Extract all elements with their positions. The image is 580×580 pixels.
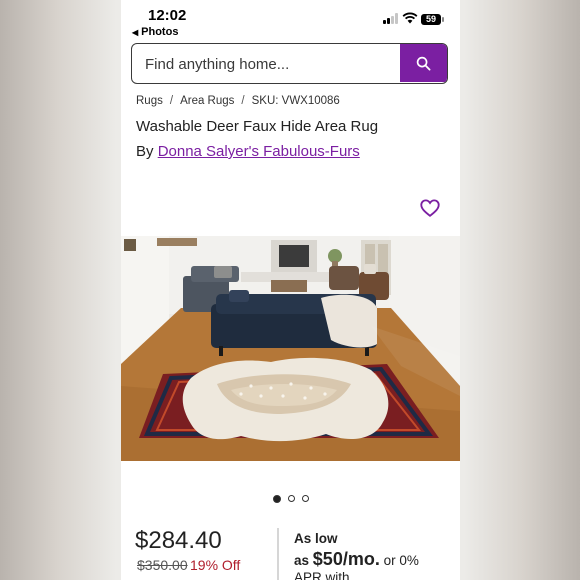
- wifi-icon: [402, 12, 418, 24]
- product-photo[interactable]: [121, 236, 460, 461]
- search-button[interactable]: [400, 44, 447, 82]
- back-to-photos-link[interactable]: ◀ Photos: [132, 26, 178, 38]
- financing-as: as: [294, 553, 310, 568]
- battery-icon: 59: [421, 14, 444, 25]
- gallery-dot-active[interactable]: [272, 495, 281, 503]
- breadcrumb-link-area-rugs[interactable]: Area Rugs: [180, 95, 234, 107]
- current-price: $284.40: [135, 527, 222, 554]
- financing-apr: APR with: [294, 570, 350, 580]
- product-title: Washable Deer Faux Hide Area Rug: [136, 118, 379, 135]
- original-price: $350.00: [137, 557, 188, 573]
- brand-link[interactable]: Donna Salyer's Fabulous-Furs: [158, 143, 360, 160]
- breadcrumb-separator: /: [169, 95, 174, 107]
- status-time: 12:02: [148, 7, 187, 24]
- breadcrumb: Rugs / Area Rugs / SKU: VWX10086: [136, 95, 340, 107]
- search-input[interactable]: [132, 44, 415, 83]
- financing-or: or 0%: [383, 553, 419, 568]
- financing-offer: as $50/mo. or 0%: [294, 549, 419, 570]
- financing-heading: As low: [294, 531, 338, 546]
- product-byline: By Donna Salyer's Fabulous-Furs: [136, 143, 360, 160]
- search-bar: [131, 43, 448, 84]
- signal-icon: [383, 13, 398, 24]
- breadcrumb-link-rugs[interactable]: Rugs: [136, 95, 163, 107]
- favorite-heart-icon[interactable]: [419, 197, 441, 219]
- gallery-dot[interactable]: [301, 495, 309, 502]
- mobile-screen: 12:02 ◀Photos 59 Rugs / Area Rugs / SKU: VWX…: [121, 0, 460, 580]
- gallery-pagination: [121, 495, 460, 503]
- financing-amount: $50/mo.: [312, 549, 380, 569]
- breadcrumb-separator: /: [241, 95, 245, 107]
- back-triangle-icon: ◀: [132, 28, 139, 37]
- discount-label: 19% Off: [190, 557, 241, 573]
- price-divider: [277, 528, 279, 580]
- back-label: Photos: [141, 26, 179, 38]
- search-icon: [416, 56, 431, 70]
- gallery-dot[interactable]: [287, 495, 295, 502]
- byline-prefix: By: [136, 143, 154, 160]
- breadcrumb-sku: SKU: VWX10086: [251, 95, 340, 107]
